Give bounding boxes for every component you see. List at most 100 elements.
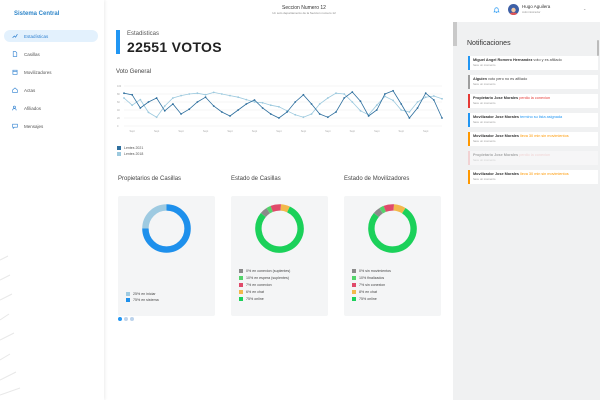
data-point[interactable] — [302, 116, 305, 119]
data-point[interactable] — [188, 93, 191, 95]
donut-slice[interactable] — [266, 205, 273, 214]
data-point[interactable] — [326, 116, 329, 119]
data-point[interactable] — [147, 101, 150, 103]
notification-item[interactable]: Propietario Jose Morales perdio la conex… — [468, 94, 598, 108]
sidebar-item-afiliados[interactable]: Afiliados — [4, 102, 98, 114]
data-point[interactable] — [163, 105, 166, 107]
donut-slice[interactable] — [280, 204, 290, 213]
data-point[interactable] — [310, 103, 313, 105]
donut-slice[interactable] — [270, 204, 282, 212]
data-point[interactable] — [351, 101, 354, 103]
data-point[interactable] — [155, 97, 158, 99]
data-point[interactable] — [384, 93, 386, 95]
data-point[interactable] — [310, 113, 313, 115]
data-point[interactable] — [123, 97, 125, 99]
donut-slice[interactable] — [260, 207, 271, 218]
data-point[interactable] — [392, 89, 394, 92]
data-point[interactable] — [400, 103, 403, 105]
data-point[interactable] — [375, 104, 378, 107]
data-point[interactable] — [253, 99, 256, 101]
data-point[interactable] — [172, 97, 174, 99]
data-point[interactable] — [367, 115, 370, 117]
data-point[interactable] — [286, 111, 288, 113]
data-point[interactable] — [400, 109, 403, 111]
scrollbar[interactable] — [597, 40, 599, 56]
data-point[interactable] — [180, 94, 182, 97]
data-point[interactable] — [408, 111, 411, 113]
notification-item[interactable]: Movilizador Jose Morales lleva 30 min si… — [468, 132, 598, 146]
data-point[interactable] — [139, 107, 142, 109]
notification-item[interactable]: Miguel Angel Romero Hernandez voto y es … — [468, 56, 598, 70]
data-point[interactable] — [375, 109, 378, 111]
data-point[interactable] — [432, 99, 435, 101]
data-point[interactable] — [131, 93, 134, 96]
donut-slice[interactable] — [393, 204, 406, 214]
data-point[interactable] — [392, 99, 394, 102]
data-point[interactable] — [294, 113, 297, 116]
data-point[interactable] — [359, 100, 362, 103]
notification-item[interactable]: Alguien voto pero no es afiliado hace un … — [468, 75, 598, 89]
carousel-dot[interactable] — [124, 317, 128, 321]
data-point[interactable] — [416, 107, 419, 109]
data-point[interactable] — [123, 92, 125, 95]
data-point[interactable] — [261, 101, 264, 104]
bell-icon[interactable] — [493, 6, 500, 13]
data-point[interactable] — [147, 111, 150, 114]
data-point[interactable] — [441, 97, 443, 100]
data-point[interactable] — [212, 105, 215, 107]
data-point[interactable] — [131, 104, 134, 107]
data-point[interactable] — [261, 107, 264, 109]
data-point[interactable] — [188, 108, 191, 111]
notification-item[interactable]: Propietario Jose Morales perdio la conex… — [468, 151, 598, 165]
data-point[interactable] — [196, 92, 199, 95]
data-point[interactable] — [237, 109, 240, 111]
data-point[interactable] — [204, 96, 207, 99]
data-point[interactable] — [229, 94, 231, 97]
data-point[interactable] — [196, 101, 199, 103]
data-point[interactable] — [278, 117, 280, 119]
data-point[interactable] — [220, 93, 223, 95]
data-point[interactable] — [269, 113, 272, 115]
data-point[interactable] — [155, 116, 158, 119]
donut-slice[interactable] — [373, 207, 384, 218]
notification-item[interactable]: Movilizador Jose Morales lleva 30 min si… — [468, 170, 598, 184]
data-point[interactable] — [220, 111, 223, 113]
data-point[interactable] — [180, 113, 182, 115]
avatar[interactable] — [508, 4, 519, 15]
data-point[interactable] — [172, 103, 174, 105]
data-point[interactable] — [408, 117, 411, 119]
data-point[interactable] — [351, 91, 354, 93]
data-point[interactable] — [245, 103, 248, 105]
data-point[interactable] — [278, 105, 280, 108]
data-point[interactable] — [335, 111, 337, 113]
sidebar-item-movilizadores[interactable]: Movilizadores — [4, 66, 98, 78]
carousel-dot[interactable] — [130, 317, 134, 321]
notification-item[interactable]: Movilizador Jose Morales termino su list… — [468, 113, 598, 127]
data-point[interactable] — [212, 91, 215, 94]
data-point[interactable] — [269, 104, 272, 107]
sidebar-item-mensajes[interactable]: Mensajes — [4, 120, 98, 132]
carousel-dot[interactable] — [118, 317, 122, 321]
data-point[interactable] — [359, 109, 362, 112]
data-point[interactable] — [253, 101, 256, 103]
data-point[interactable] — [432, 95, 435, 97]
data-point[interactable] — [318, 103, 321, 105]
data-point[interactable] — [343, 93, 346, 95]
donut-slice[interactable] — [383, 204, 395, 212]
data-point[interactable] — [424, 96, 427, 99]
donut-slice[interactable] — [379, 205, 386, 214]
data-point[interactable] — [237, 96, 240, 99]
donut-slice[interactable] — [142, 204, 167, 229]
sidebar-item-actas[interactable]: Actas — [4, 84, 98, 96]
data-point[interactable] — [139, 98, 142, 101]
data-point[interactable] — [294, 101, 297, 103]
data-point[interactable] — [229, 115, 231, 117]
data-point[interactable] — [326, 97, 329, 99]
data-point[interactable] — [416, 101, 419, 103]
sidebar-item-casillas[interactable]: Casillas — [4, 48, 98, 60]
sidebar-item-estadisticas[interactable]: Estadísticas — [4, 30, 98, 42]
data-point[interactable] — [302, 93, 305, 96]
data-point[interactable] — [424, 92, 427, 95]
data-point[interactable] — [163, 109, 166, 112]
data-point[interactable] — [441, 117, 443, 119]
